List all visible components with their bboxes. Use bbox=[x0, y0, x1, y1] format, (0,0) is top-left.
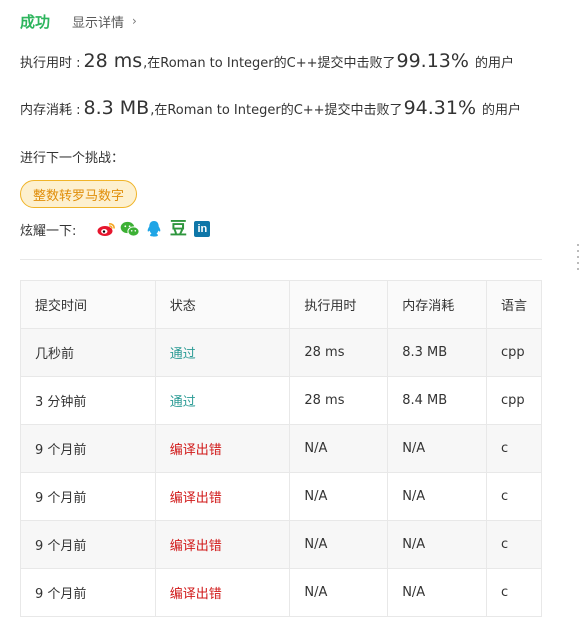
cell-time: 9 个月前 bbox=[20, 472, 156, 521]
status-link[interactable]: 通过 bbox=[170, 347, 196, 362]
cell-runtime: 28 ms bbox=[289, 328, 389, 377]
memory-percent: 94.31% bbox=[403, 97, 477, 119]
status-title: 成功 bbox=[20, 12, 51, 31]
next-challenge-label: 进行下一个挑战： bbox=[20, 151, 125, 166]
cell-language: c bbox=[486, 424, 542, 473]
show-details-label: 显示详情 bbox=[72, 15, 125, 31]
cell-memory: 8.4 MB bbox=[387, 376, 488, 425]
douban-icon[interactable]: 豆 bbox=[168, 219, 188, 239]
cell-time: 9 个月前 bbox=[20, 424, 156, 473]
table-row: 9 个月前 编译出错 N/A N/A c bbox=[20, 424, 542, 473]
result-header: 成功 显示详情 › bbox=[20, 10, 137, 32]
cell-language: c bbox=[486, 520, 542, 569]
header-memory: 内存消耗 bbox=[387, 280, 488, 329]
runtime-value: 28 ms bbox=[83, 50, 143, 72]
cell-runtime: N/A bbox=[289, 424, 389, 473]
cell-language: c bbox=[486, 472, 542, 521]
cell-memory: N/A bbox=[387, 424, 488, 473]
table-row: 9 个月前 编译出错 N/A N/A c bbox=[20, 568, 542, 617]
runtime-label: 执行用时 : bbox=[20, 56, 81, 71]
cell-memory: N/A bbox=[387, 520, 488, 569]
table-header-row: 提交时间 状态 执行用时 内存消耗 语言 bbox=[20, 280, 542, 329]
cell-runtime: 28 ms bbox=[289, 376, 389, 425]
cell-time: 9 个月前 bbox=[20, 520, 156, 569]
weibo-icon[interactable] bbox=[96, 219, 116, 239]
table-row: 9 个月前 编译出错 N/A N/A c bbox=[20, 472, 542, 521]
status-link[interactable]: 编译出错 bbox=[170, 443, 222, 458]
cell-memory: N/A bbox=[387, 568, 488, 617]
cell-language: cpp bbox=[486, 328, 542, 377]
cell-runtime: N/A bbox=[289, 520, 389, 569]
runtime-text: 在Roman to Integer的C++提交中击败了 bbox=[147, 56, 396, 71]
submissions-table: 提交时间 状态 执行用时 内存消耗 语言 几秒前 通过 28 ms 8.3 MB… bbox=[20, 280, 542, 617]
wechat-icon[interactable] bbox=[120, 219, 140, 239]
share-icons: 豆 in bbox=[96, 219, 216, 239]
status-link[interactable]: 编译出错 bbox=[170, 539, 222, 554]
scrollbar-handle[interactable] bbox=[576, 240, 580, 280]
linkedin-icon[interactable]: in bbox=[192, 219, 212, 239]
cell-runtime: N/A bbox=[289, 472, 389, 521]
cell-runtime: N/A bbox=[289, 568, 389, 617]
header-language: 语言 bbox=[486, 280, 542, 329]
cell-time: 9 个月前 bbox=[20, 568, 156, 617]
chevron-right-icon: › bbox=[132, 14, 137, 28]
share-label: 炫耀一下: bbox=[20, 223, 77, 239]
show-details-link[interactable]: 显示详情 › bbox=[72, 12, 137, 31]
memory-label: 内存消耗 : bbox=[20, 103, 81, 118]
memory-text: 在Roman to Integer的C++提交中击败了 bbox=[154, 103, 403, 118]
memory-stat: 内存消耗 : 8.3 MB , 在Roman to Integer的C++提交中… bbox=[20, 97, 521, 119]
runtime-suffix: 的用户 bbox=[474, 56, 514, 71]
douban-glyph: 豆 bbox=[169, 219, 187, 239]
table-row: 9 个月前 编译出错 N/A N/A c bbox=[20, 520, 542, 569]
cell-language: c bbox=[486, 568, 542, 617]
section-divider bbox=[20, 259, 542, 260]
share-row: 炫耀一下: 豆 in bbox=[20, 219, 216, 239]
linkedin-glyph: in bbox=[194, 221, 211, 237]
cell-time: 几秒前 bbox=[20, 328, 156, 377]
qq-icon[interactable] bbox=[144, 219, 164, 239]
header-status: 状态 bbox=[154, 280, 291, 329]
cell-language: cpp bbox=[486, 376, 542, 425]
cell-time: 3 分钟前 bbox=[20, 376, 156, 425]
runtime-stat: 执行用时 : 28 ms , 在Roman to Integer的C++提交中击… bbox=[20, 50, 514, 72]
memory-suffix: 的用户 bbox=[482, 103, 522, 118]
cell-memory: 8.3 MB bbox=[387, 328, 488, 377]
table-row: 几秒前 通过 28 ms 8.3 MB cpp bbox=[20, 328, 542, 377]
table-row: 3 分钟前 通过 28 ms 8.4 MB cpp bbox=[20, 376, 542, 425]
header-submit-time: 提交时间 bbox=[20, 280, 156, 329]
memory-value: 8.3 MB bbox=[83, 97, 150, 119]
status-link[interactable]: 通过 bbox=[170, 395, 196, 410]
header-runtime: 执行用时 bbox=[289, 280, 389, 329]
next-challenge-tag[interactable]: 整数转罗马数字 bbox=[20, 180, 138, 208]
runtime-percent: 99.13% bbox=[396, 50, 469, 72]
status-link[interactable]: 编译出错 bbox=[170, 491, 222, 506]
status-link[interactable]: 编译出错 bbox=[170, 587, 222, 602]
cell-memory: N/A bbox=[387, 472, 488, 521]
